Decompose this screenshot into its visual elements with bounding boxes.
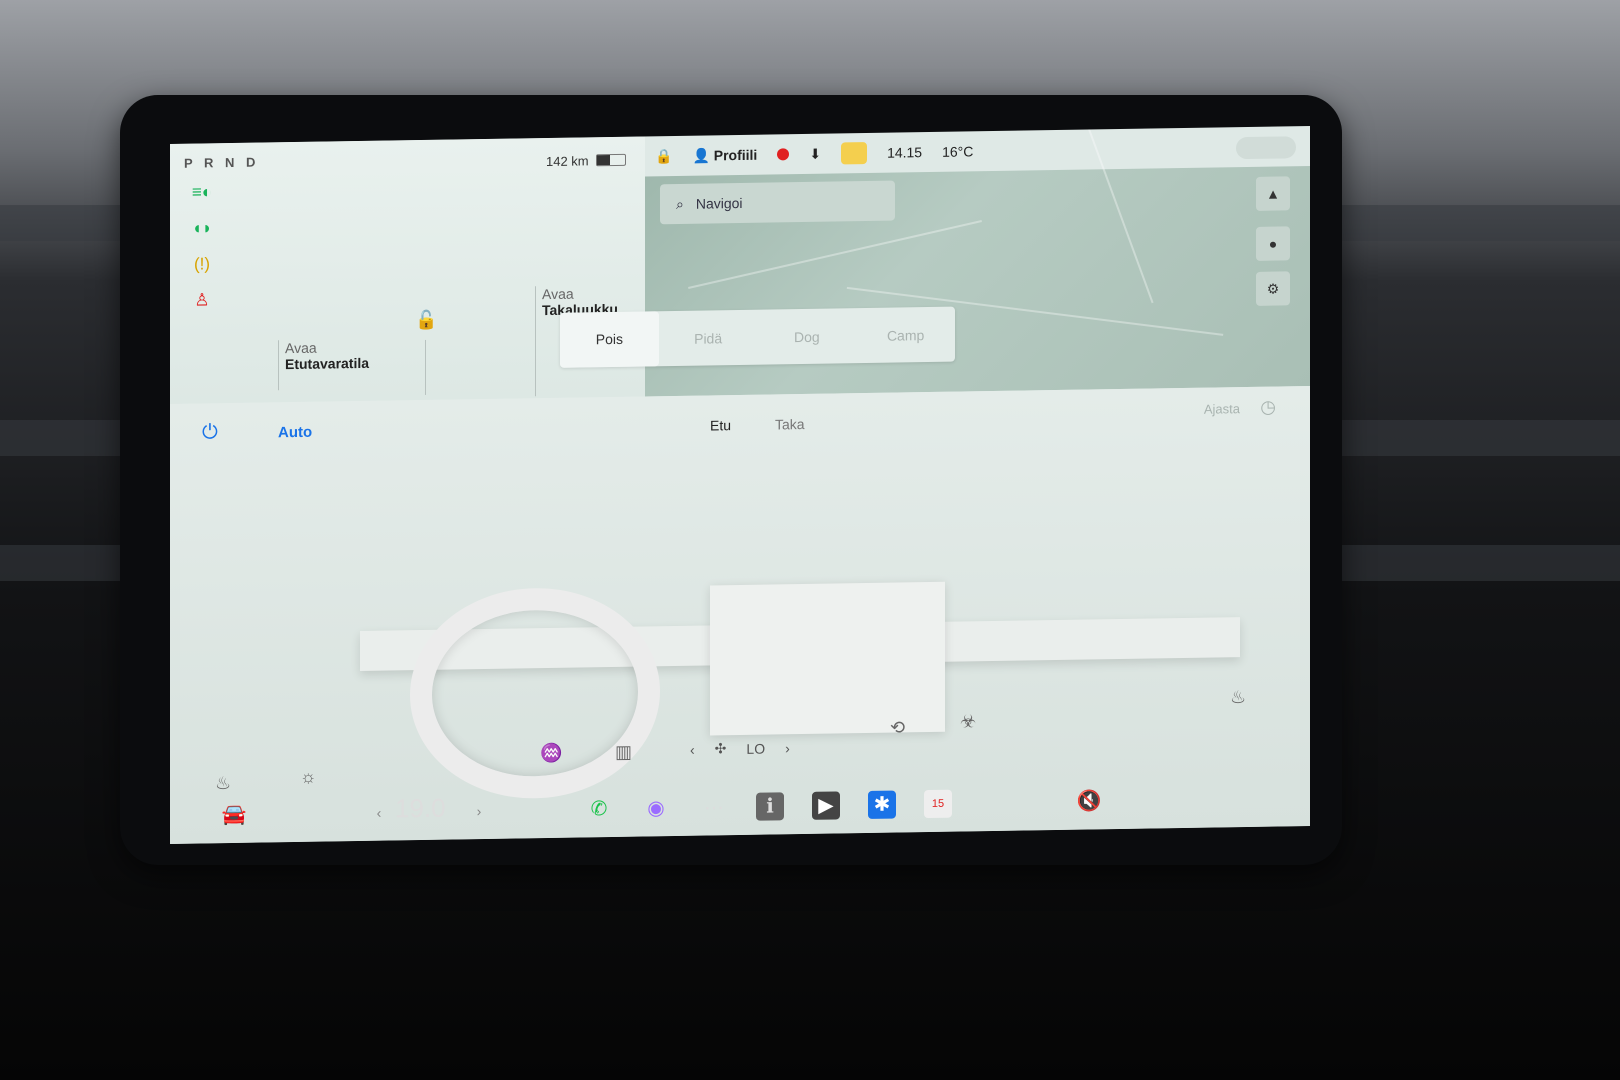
fan-control: ‹ ✣ LO › [690,739,790,758]
open-frunk-button[interactable]: Avaa Etutavaratila [278,338,370,391]
more-apps-icon[interactable]: ··· [700,793,728,821]
tab-front[interactable]: Etu [710,417,731,433]
open-frunk-action: Avaa [285,339,317,357]
mode-pida[interactable]: Pidä [659,329,758,347]
headlight-icon: ≡◐ [191,182,213,202]
navigate-search[interactable]: ⌕ Navigoi [660,180,895,225]
open-frunk-target: Etutavaratila [285,354,370,373]
tire-pressure-icon: (!) [193,254,211,274]
search-input[interactable]: Navigoi [696,195,743,212]
temp-increase-icon[interactable]: › [465,797,493,825]
unlock-icon[interactable]: 🔓 [415,310,437,331]
outside-temperature: 16°C [942,143,974,160]
climate-power-icon[interactable]: ⏻ [202,421,218,444]
manual-icon[interactable]: ℹ [756,792,784,821]
seatbelt-icon: ♙ [194,290,210,310]
gear-indicator: P R N D [184,154,260,171]
lock-status-icon[interactable]: 🔒 [655,148,672,165]
climate-keeper-modes: Pois Pidä Dog Camp [560,306,955,368]
calendar-icon[interactable]: 15 [924,789,952,819]
divider [425,339,426,395]
seat-heater-driver-icon[interactable]: ♨ [215,773,231,794]
cabin-render [240,467,1240,801]
download-update-icon[interactable]: ⬇ [809,145,821,162]
bioweapon-mode-icon[interactable]: ☣ [960,711,976,732]
media-icon[interactable]: ▶ [812,791,840,820]
mode-pois[interactable]: Pois [560,311,659,368]
steering-heater-icon[interactable]: ☼ [300,767,317,788]
phone-icon[interactable]: ✆ [585,795,613,823]
camera-icon[interactable]: ◉ [642,794,670,822]
set-temperature: 19.0 [395,792,446,824]
front-defrost-icon[interactable]: ♒ [540,743,562,764]
tab-rear[interactable]: Taka [775,416,805,432]
bluetooth-icon[interactable]: ✱ [868,790,896,819]
schedule-button[interactable]: Ajasta [1204,401,1240,417]
cabin-display [710,581,945,736]
car-icon[interactable]: 🚘 [220,801,248,829]
search-icon: ⌕ [676,195,684,212]
auto-button[interactable]: Auto [278,424,312,442]
mute-icon[interactable]: 🔇 [1075,787,1103,815]
mode-dog[interactable]: Dog [758,328,857,346]
map-road [688,220,982,289]
parking-lights-icon: ◖◗ [191,218,213,238]
recirculation-icon[interactable]: ⟲ [890,717,905,738]
touchscreen: P R N D 142 km ≡◐ ◖◗ (!) ♙ 🔓 Avaa Etutav… [170,126,1310,844]
range-readout: 142 km [546,153,589,170]
dashcam-record-icon[interactable] [777,148,790,161]
fan-decrease-icon[interactable]: ‹ [690,741,695,757]
fan-icon: ✣ [714,740,727,757]
passenger-airbag-indicator [1236,136,1296,160]
profile-button[interactable]: 👤 Profiili [692,146,757,164]
open-trunk-action: Avaa [542,285,574,303]
map-pin-icon[interactable]: ● [1256,226,1290,261]
steering-wheel [410,586,660,801]
fan-increase-icon[interactable]: › [785,740,790,756]
battery-icon [596,153,626,167]
fan-level: LO [746,740,766,757]
mode-camp[interactable]: Camp [856,326,955,344]
seat-heater-passenger-icon[interactable]: ♨ [1230,687,1246,708]
map-settings-icon[interactable]: ⚙ [1256,271,1290,306]
profile-label: Profiili [713,146,758,163]
clock: 14.15 [887,144,923,161]
climate-panel: ⏻ Auto Etu Taka Ajasta ◷ ♨ ☼ ♒ ▥ ‹ ✣ LO … [170,386,1310,844]
wifi-icon[interactable] [841,142,868,165]
map-orientation-button[interactable]: ▲ [1256,176,1290,211]
clock-icon[interactable]: ◷ [1260,397,1276,418]
temp-decrease-icon[interactable]: ‹ [365,798,393,826]
rear-defrost-icon[interactable]: ▥ [615,742,632,763]
